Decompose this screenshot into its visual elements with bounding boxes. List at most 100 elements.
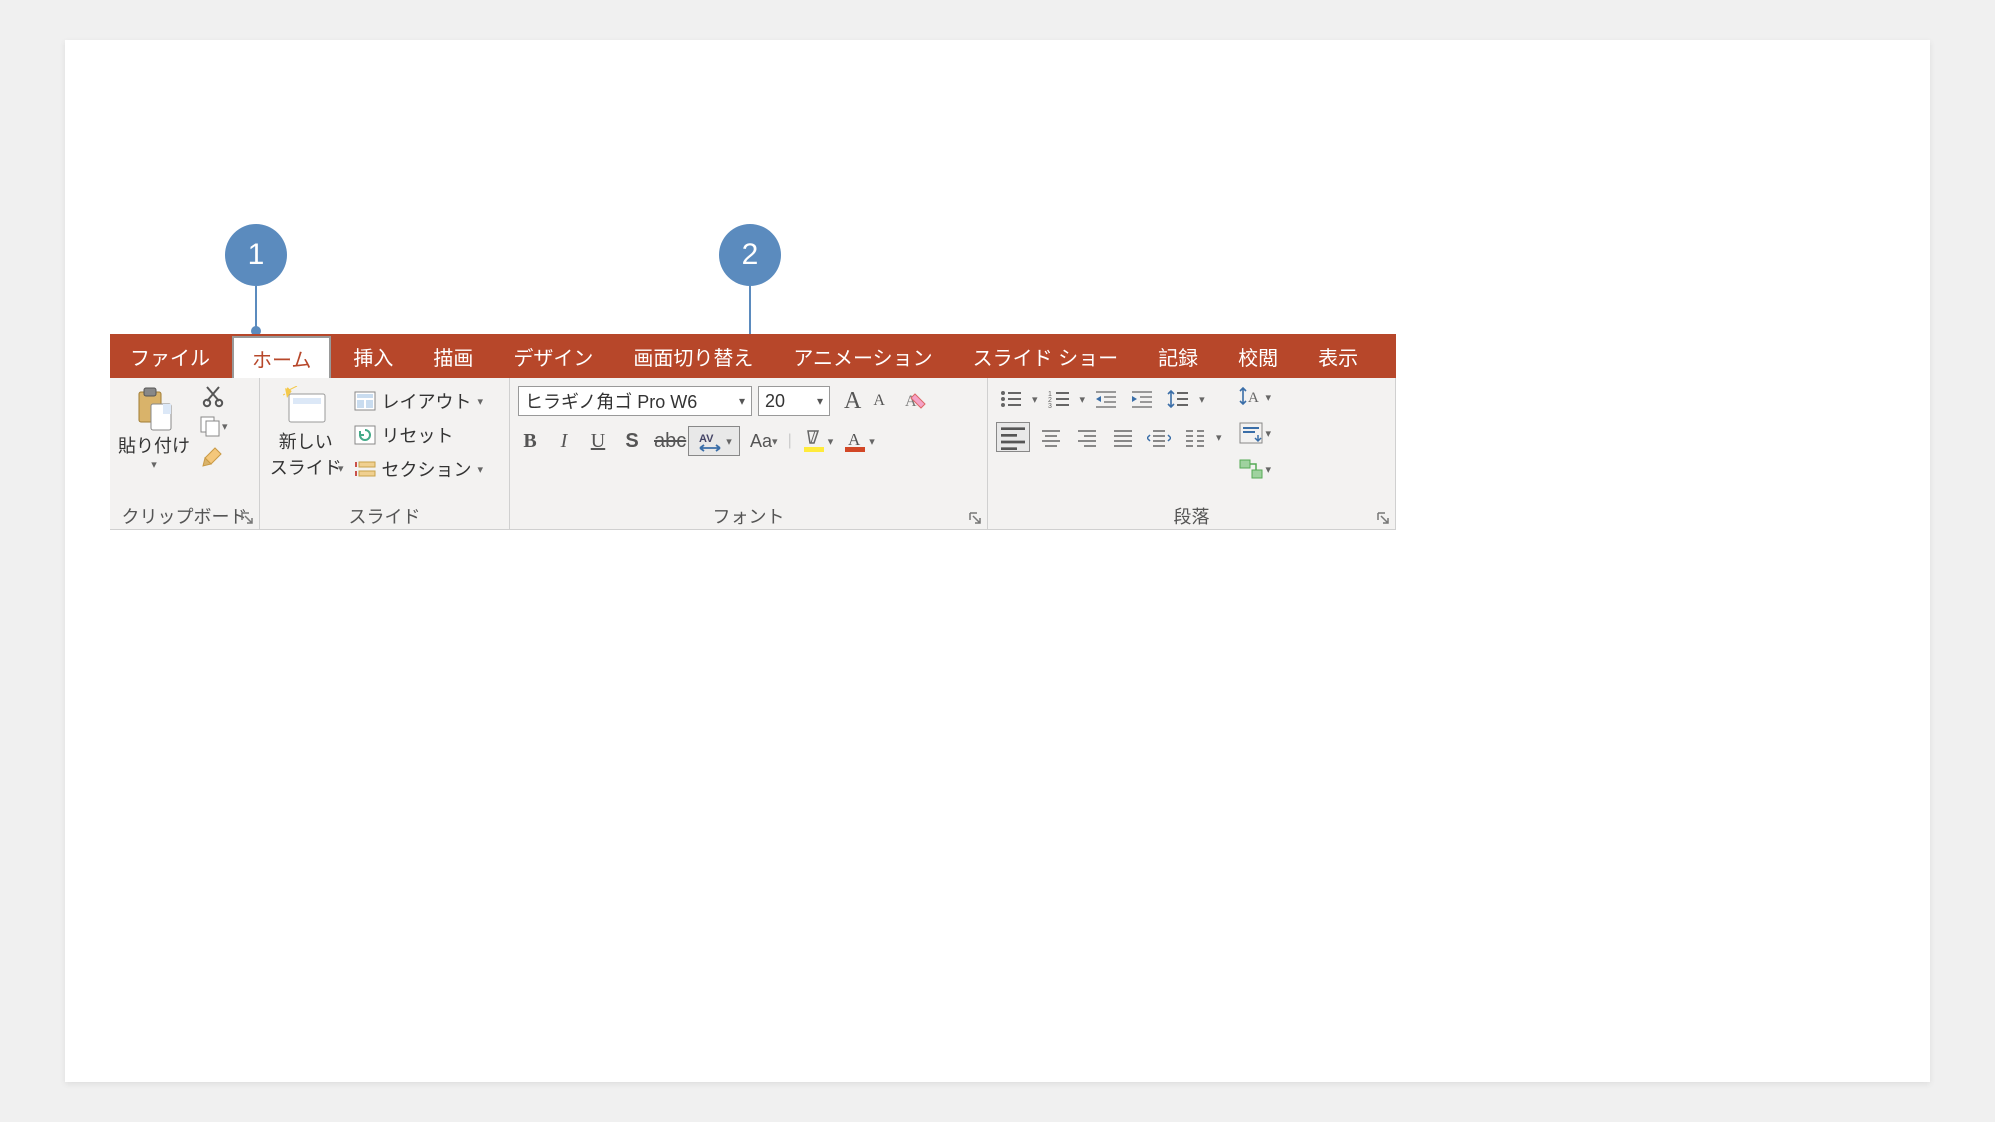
align-text-button[interactable]: ▾ <box>1236 420 1272 446</box>
chevron-down-icon: ▾ <box>817 394 823 408</box>
bold-button[interactable]: B <box>518 430 542 453</box>
font-size-value: 20 <box>765 391 785 412</box>
tab-home[interactable]: ホーム <box>232 336 331 378</box>
callout-badge-1: 1 <box>225 224 287 286</box>
ribbon-tabbar: ファイル ホーム 挿入 描画 デザイン 画面切り替え アニメーション スライド … <box>110 334 1396 378</box>
paste-label: 貼り付け <box>118 432 190 458</box>
reset-icon <box>354 425 376 445</box>
layout-button[interactable]: レイアウト ▾ <box>354 388 484 414</box>
tab-review[interactable]: 校閲 <box>1218 334 1298 378</box>
callout-line-1 <box>255 286 257 328</box>
font-name-value: ヒラギノ角ゴ Pro W6 <box>525 388 697 414</box>
tab-developer[interactable]: 開発 <box>1378 334 1458 378</box>
svg-text:3: 3 <box>1048 403 1052 410</box>
justify-button[interactable] <box>1108 424 1138 450</box>
tab-record[interactable]: 記録 <box>1138 334 1218 378</box>
tab-slideshow[interactable]: スライド ショー <box>953 334 1139 378</box>
chevron-down-icon[interactable]: ▾ <box>1199 393 1205 406</box>
ribbon-body: 貼り付け ▾ ▾ <box>110 378 1396 530</box>
section-button[interactable]: セクション ▾ <box>354 456 484 482</box>
chevron-down-icon: ▾ <box>869 435 875 448</box>
chevron-down-icon: ▾ <box>1266 427 1272 440</box>
new-slide-icon <box>283 386 329 428</box>
chevron-down-icon: ▾ <box>739 394 745 408</box>
group-font: ヒラギノ角ゴ Pro W6 ▾ 20 ▾ A A A <box>510 378 988 529</box>
tab-animations[interactable]: アニメーション <box>773 334 952 378</box>
dialog-launcher-clipboard[interactable] <box>239 511 255 527</box>
change-case-button[interactable]: Aa ▾ <box>750 431 778 452</box>
font-color-button[interactable]: A ▾ <box>843 429 875 453</box>
paste-icon <box>133 386 175 432</box>
chevron-down-icon: ▾ <box>338 462 344 475</box>
copy-button[interactable]: ▾ <box>198 414 228 438</box>
smartart-icon <box>1236 456 1266 482</box>
align-text-icon <box>1236 420 1266 446</box>
increase-indent-button[interactable] <box>1127 386 1157 412</box>
tab-insert[interactable]: 挿入 <box>333 334 413 378</box>
align-right-button[interactable] <box>1072 424 1102 450</box>
line-spacing-button[interactable] <box>1163 386 1193 412</box>
chevron-down-icon: ▾ <box>772 435 778 448</box>
character-spacing-button[interactable]: AV ▾ <box>688 426 740 456</box>
svg-text:AV: AV <box>699 433 714 445</box>
svg-text:A: A <box>1248 390 1259 406</box>
columns-button[interactable] <box>1180 424 1210 450</box>
decrease-indent-button[interactable] <box>1091 386 1121 412</box>
chevron-down-icon: ▾ <box>1266 463 1272 476</box>
shrink-font-button[interactable]: A <box>869 392 889 410</box>
underline-button[interactable]: U <box>586 430 610 453</box>
cut-button[interactable] <box>198 384 228 408</box>
group-label-font: フォント <box>713 507 785 527</box>
group-slides: 新しい スライド ▾ レイアウト ▾ リセット <box>260 378 510 529</box>
tab-transitions[interactable]: 画面切り替え <box>613 334 773 378</box>
highlight-icon <box>802 429 828 453</box>
paste-button[interactable]: 貼り付け ▾ <box>118 386 190 471</box>
chevron-down-icon: ▾ <box>828 435 834 448</box>
chevron-down-icon[interactable]: ▾ <box>1032 393 1038 406</box>
dialog-launcher-font[interactable] <box>967 511 983 527</box>
group-paragraph: ▾ 123 ▾ ▾ ▾ <box>988 378 1396 529</box>
group-label-slides: スライド <box>349 507 421 527</box>
new-slide-button[interactable]: 新しい スライド ▾ <box>268 386 344 475</box>
italic-button[interactable]: I <box>552 430 576 453</box>
chevron-down-icon: ▾ <box>1266 391 1272 404</box>
smartart-button[interactable]: ▾ <box>1236 456 1272 482</box>
tab-view[interactable]: 表示 <box>1298 334 1378 378</box>
highlight-color-button[interactable]: ▾ <box>802 429 834 453</box>
tab-draw[interactable]: 描画 <box>413 334 493 378</box>
ribbon: ファイル ホーム 挿入 描画 デザイン 画面切り替え アニメーション スライド … <box>110 334 1396 530</box>
font-size-combo[interactable]: 20 ▾ <box>758 386 830 416</box>
clear-formatting-button[interactable]: A <box>903 390 927 412</box>
grow-font-button[interactable]: A <box>840 388 865 415</box>
align-center-button[interactable] <box>1036 424 1066 450</box>
callout-number: 1 <box>248 238 265 272</box>
section-label: セクション <box>382 456 472 482</box>
chevron-down-icon[interactable]: ▾ <box>1080 393 1086 406</box>
text-direction-button[interactable]: A▾ <box>1236 384 1272 410</box>
bullets-button[interactable] <box>996 386 1026 412</box>
group-clipboard: 貼り付け ▾ ▾ <box>110 378 260 529</box>
shadow-button[interactable]: S <box>620 430 644 453</box>
group-label-paragraph: 段落 <box>1174 507 1210 527</box>
align-left-button[interactable] <box>996 422 1030 452</box>
chevron-down-icon: ▾ <box>478 395 484 408</box>
layout-icon <box>354 391 376 411</box>
chevron-down-icon[interactable]: ▾ <box>1216 431 1222 444</box>
format-painter-button[interactable] <box>198 444 228 468</box>
chevron-down-icon: ▾ <box>151 458 157 471</box>
numbering-button[interactable]: 123 <box>1044 386 1074 412</box>
copy-icon <box>198 414 222 438</box>
svg-text:A: A <box>848 430 861 449</box>
tab-file[interactable]: ファイル <box>110 334 230 378</box>
tab-design[interactable]: デザイン <box>493 334 613 378</box>
dialog-launcher-paragraph[interactable] <box>1375 511 1391 527</box>
reset-button[interactable]: リセット <box>354 422 484 448</box>
font-name-combo[interactable]: ヒラギノ角ゴ Pro W6 ▾ <box>518 386 752 416</box>
layout-label: レイアウト <box>382 388 472 414</box>
text-direction-icon: A <box>1236 384 1266 410</box>
chevron-down-icon: ▾ <box>478 463 484 476</box>
character-spacing-icon: AV <box>696 430 724 452</box>
change-case-label: Aa <box>750 431 772 452</box>
strikethrough-button[interactable]: abc <box>654 430 678 453</box>
distribute-button[interactable] <box>1144 424 1174 450</box>
